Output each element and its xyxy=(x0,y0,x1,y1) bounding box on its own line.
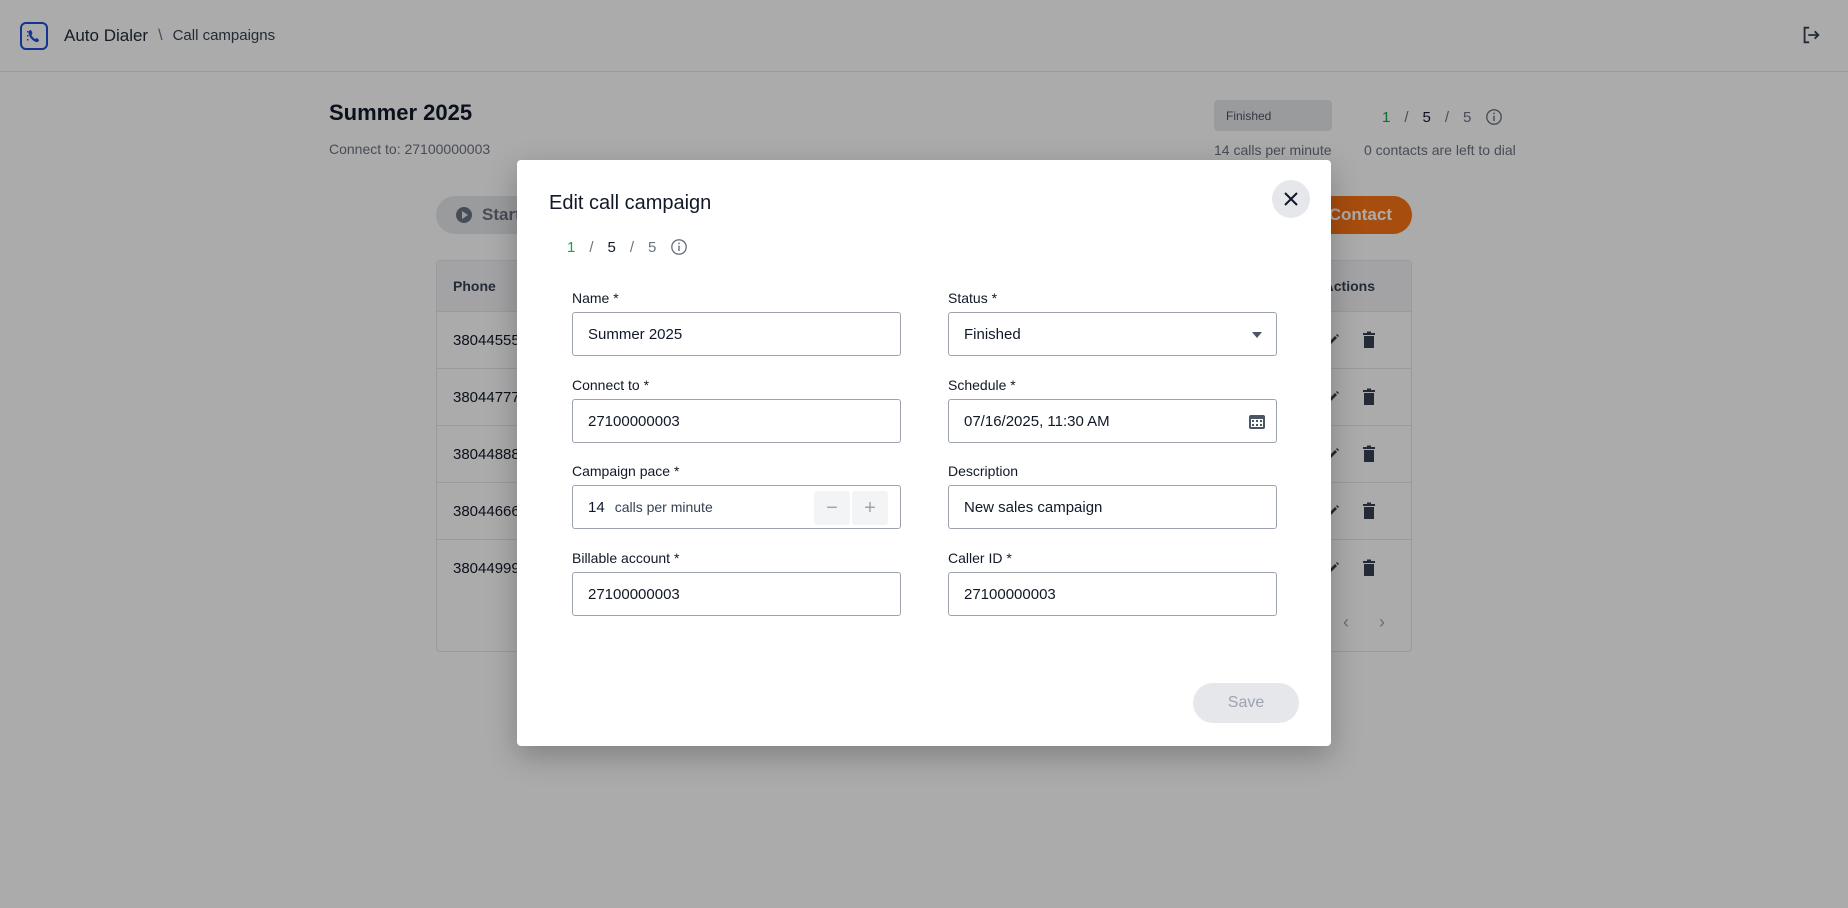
counter-sep: / xyxy=(629,238,635,256)
caller-id-field[interactable]: 27100000003 xyxy=(948,572,1277,616)
close-icon xyxy=(1284,192,1298,206)
name-value: Summer 2025 xyxy=(588,325,683,343)
calendar-icon[interactable] xyxy=(1248,413,1266,431)
counter-total: 5 xyxy=(607,238,616,256)
increment-button[interactable]: + xyxy=(852,491,888,525)
info-icon[interactable] xyxy=(670,238,688,256)
description-value: New sales campaign xyxy=(964,498,1103,516)
chevron-down-icon xyxy=(1252,332,1262,338)
connect-to-label: Connect to * xyxy=(572,377,650,393)
connect-to-value: 27100000003 xyxy=(588,412,680,430)
counter-sep: / xyxy=(589,238,594,256)
edit-campaign-dialog: Edit call campaign 1 / 5 / 5 Name * Summ… xyxy=(517,160,1331,746)
pace-value: 14 xyxy=(588,498,605,516)
description-field[interactable]: New sales campaign xyxy=(948,485,1277,529)
close-button[interactable] xyxy=(1272,180,1310,218)
billable-account-label: Billable account * xyxy=(572,550,680,566)
name-field[interactable]: Summer 2025 xyxy=(572,312,901,356)
status-value: Finished xyxy=(964,325,1021,343)
connect-to-field[interactable]: 27100000003 xyxy=(572,399,901,443)
campaign-pace-stepper[interactable]: 14 calls per minute − + xyxy=(572,485,901,529)
pace-stepper-buttons: − + xyxy=(814,491,888,525)
counter-all: 5 xyxy=(648,238,657,256)
description-label: Description xyxy=(948,463,1019,479)
status-label: Status * xyxy=(948,290,998,306)
pace-unit: calls per minute xyxy=(614,499,713,515)
dialog-title: Edit call campaign xyxy=(549,192,712,214)
counter-done: 1 xyxy=(567,238,576,256)
decrement-button[interactable]: − xyxy=(814,491,850,525)
schedule-value: 07/16/2025, 11:30 AM xyxy=(964,412,1110,430)
caller-id-value: 27100000003 xyxy=(964,585,1056,603)
campaign-pace-label: Campaign pace * xyxy=(572,463,680,479)
dialog-counters: 1 / 5 / 5 xyxy=(567,238,688,256)
schedule-label: Schedule * xyxy=(948,377,1016,393)
billable-account-value: 27100000003 xyxy=(588,585,680,603)
status-select[interactable]: Finished xyxy=(948,312,1277,356)
name-label: Name * xyxy=(572,290,619,306)
billable-account-field[interactable]: 27100000003 xyxy=(572,572,901,616)
save-button[interactable]: Save xyxy=(1193,683,1299,723)
schedule-field[interactable]: 07/16/2025, 11:30 AM xyxy=(948,399,1277,443)
caller-id-label: Caller ID * xyxy=(948,550,1012,566)
